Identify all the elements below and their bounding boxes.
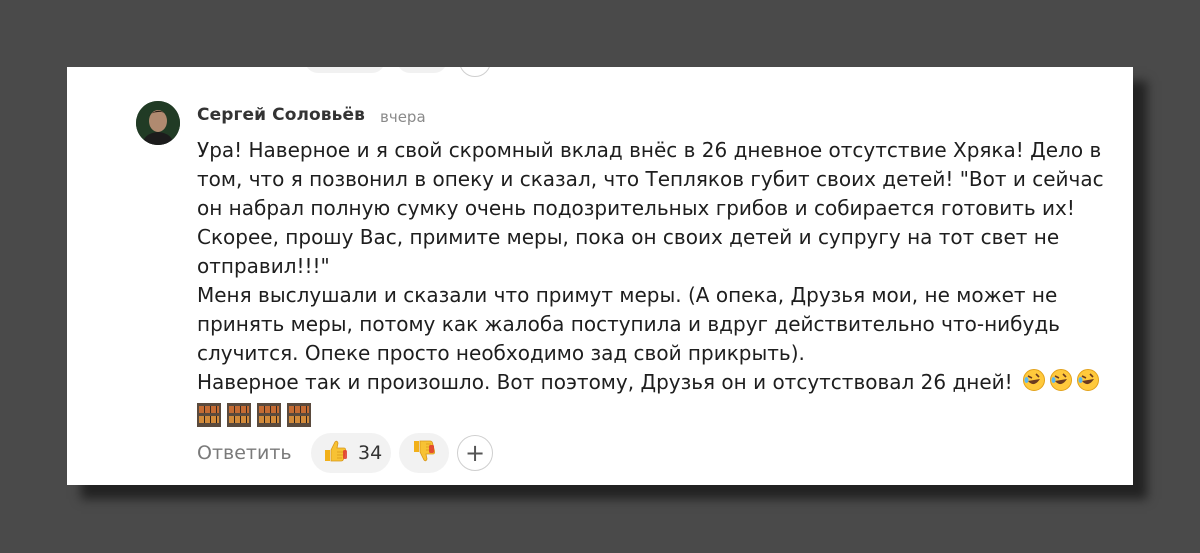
like-button[interactable]: 34 xyxy=(311,433,391,473)
comment-line: Меня выслушали и сказали что примут меры… xyxy=(197,283,1058,307)
rolling-laughing-emoji-icon xyxy=(1076,368,1100,400)
comment-line: Наверное так и произошло. Вот поэтому, Д… xyxy=(197,370,1013,394)
like-count: 34 xyxy=(358,442,383,464)
previous-dislike-pill[interactable] xyxy=(397,67,447,73)
comment-last-line: Наверное так и произошло. Вот поэтому, Д… xyxy=(197,368,1117,400)
comment-line: Скорее, прошу Вас, примите меры, пока он… xyxy=(197,225,1060,249)
comment-line: отправил!!!" xyxy=(197,254,330,278)
reply-button[interactable]: Ответить xyxy=(197,442,292,464)
comment-line: Ура! Наверное и я свой скромный вклад вн… xyxy=(197,138,1102,162)
brick-emoji-row xyxy=(197,403,1117,429)
avatar-image xyxy=(136,101,180,145)
rolling-laughing-emoji-icon xyxy=(1049,368,1073,400)
comment-card: Сергей Соловьёв вчера Ура! Наверное и я … xyxy=(67,67,1133,485)
previous-add-reaction-button[interactable] xyxy=(459,67,491,77)
thumbs-down-icon xyxy=(411,438,437,468)
comment-line: он набрал полную сумку очень подозритель… xyxy=(197,196,1075,220)
add-reaction-button[interactable]: + xyxy=(457,435,493,471)
thumbs-up-icon xyxy=(322,438,348,468)
brick-emoji-icon xyxy=(287,403,311,427)
rolling-laughing-emoji-icon xyxy=(1022,368,1046,400)
comment-time: вчера xyxy=(380,108,426,126)
comment-line: принять меры, потому как жалоба поступил… xyxy=(197,312,1060,336)
comment-line: том, что я позвонил в опеку и сказал, чт… xyxy=(197,167,1104,191)
comment-text: Ура! Наверное и я свой скромный вклад вн… xyxy=(197,136,1117,429)
previous-like-pill[interactable] xyxy=(305,67,385,73)
brick-emoji-icon xyxy=(197,403,221,427)
brick-emoji-icon xyxy=(257,403,281,427)
comment-author[interactable]: Сергей Соловьёв xyxy=(197,105,365,125)
brick-emoji-icon xyxy=(227,403,251,427)
dislike-button[interactable] xyxy=(399,433,449,473)
comment-line: случится. Опеке просто необходимо зад св… xyxy=(197,341,805,365)
avatar[interactable] xyxy=(136,101,180,145)
